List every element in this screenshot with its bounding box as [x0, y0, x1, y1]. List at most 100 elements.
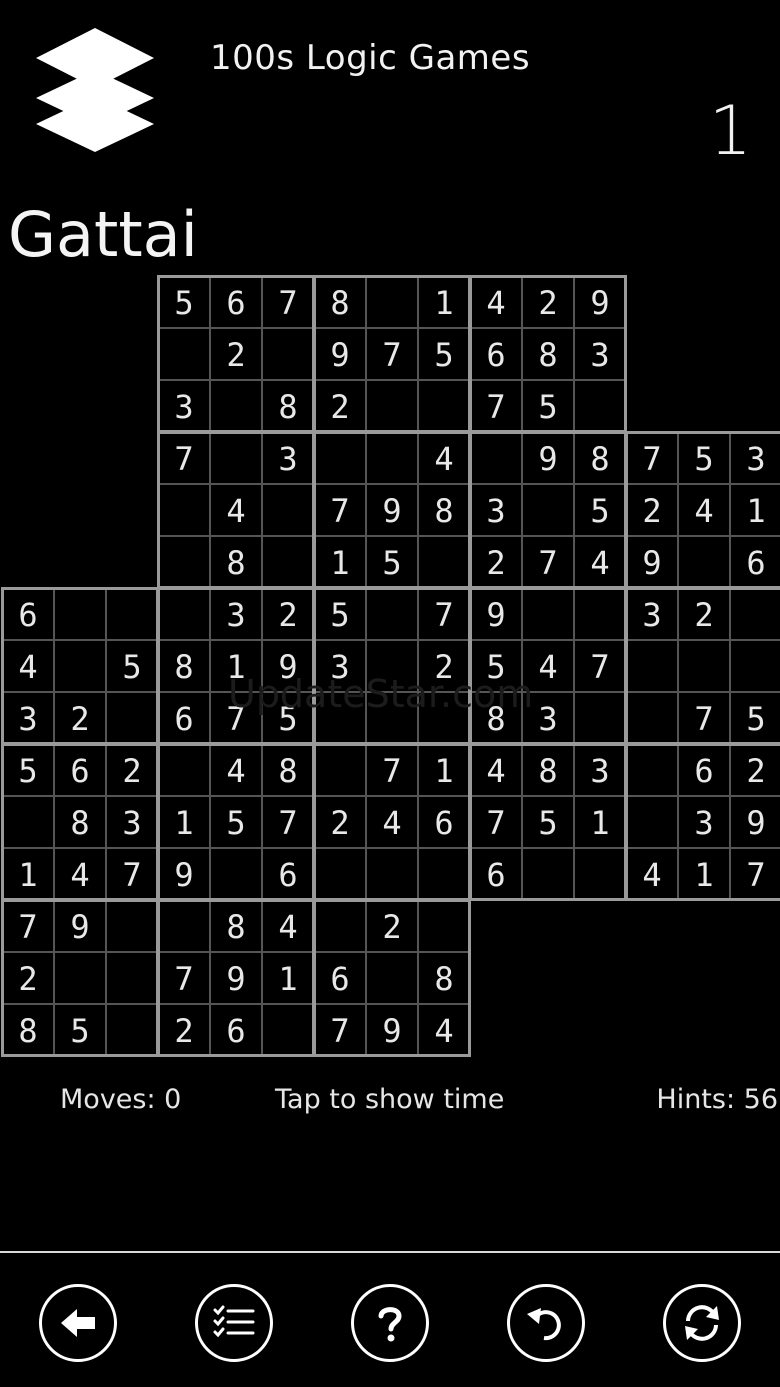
sudoku-cell[interactable]: 2 [418, 640, 470, 692]
sudoku-cell[interactable]: 4 [470, 276, 522, 328]
sudoku-cell[interactable]: 2 [54, 692, 106, 744]
sudoku-cell[interactable]: 5 [314, 588, 366, 640]
sudoku-cell[interactable]: 5 [210, 796, 262, 848]
sudoku-cell[interactable]: 8 [522, 744, 574, 796]
sudoku-cell[interactable] [366, 952, 418, 1004]
sudoku-cell[interactable]: 8 [2, 1004, 54, 1056]
sudoku-cell[interactable]: 8 [262, 744, 314, 796]
sudoku-cell[interactable] [418, 900, 470, 952]
menu-button[interactable] [195, 1284, 273, 1362]
sudoku-cell[interactable]: 4 [418, 432, 470, 484]
sudoku-cell[interactable] [314, 692, 366, 744]
sudoku-cell[interactable]: 7 [574, 640, 626, 692]
sudoku-cell[interactable]: 2 [210, 328, 262, 380]
sudoku-cell[interactable]: 6 [210, 276, 262, 328]
sudoku-cell[interactable]: 2 [366, 900, 418, 952]
sudoku-cell[interactable]: 7 [678, 692, 730, 744]
sudoku-cell[interactable]: 9 [54, 900, 106, 952]
sudoku-cell[interactable]: 7 [470, 380, 522, 432]
sudoku-cell[interactable]: 4 [678, 484, 730, 536]
help-button[interactable] [351, 1284, 429, 1362]
sudoku-cell[interactable] [210, 848, 262, 900]
sudoku-cell[interactable] [418, 848, 470, 900]
sudoku-cell[interactable]: 2 [158, 1004, 210, 1056]
sudoku-cell[interactable]: 7 [158, 952, 210, 1004]
sudoku-cell[interactable] [678, 536, 730, 588]
sudoku-cell[interactable]: 3 [2, 692, 54, 744]
sudoku-cell[interactable]: 7 [2, 900, 54, 952]
sudoku-cell[interactable]: 7 [730, 848, 780, 900]
sudoku-cell[interactable]: 8 [54, 796, 106, 848]
sudoku-cell[interactable]: 9 [366, 484, 418, 536]
sudoku-cell[interactable] [626, 744, 678, 796]
sudoku-cell[interactable]: 5 [2, 744, 54, 796]
sudoku-cell[interactable]: 7 [262, 796, 314, 848]
sudoku-cell[interactable]: 7 [106, 848, 158, 900]
sudoku-cell[interactable] [730, 640, 780, 692]
sudoku-cell[interactable]: 3 [210, 588, 262, 640]
sudoku-cell[interactable] [106, 692, 158, 744]
sudoku-cell[interactable] [210, 432, 262, 484]
sudoku-cell[interactable] [574, 588, 626, 640]
sudoku-cell[interactable]: 3 [106, 796, 158, 848]
sudoku-cell[interactable] [158, 588, 210, 640]
sudoku-cell[interactable] [470, 432, 522, 484]
sudoku-cell[interactable] [418, 536, 470, 588]
sudoku-cell[interactable] [366, 640, 418, 692]
sudoku-cell[interactable] [54, 640, 106, 692]
sudoku-cell[interactable] [626, 640, 678, 692]
sudoku-cell[interactable] [262, 328, 314, 380]
sudoku-cell[interactable]: 6 [470, 328, 522, 380]
sudoku-cell[interactable]: 5 [158, 276, 210, 328]
sudoku-cell[interactable]: 3 [574, 328, 626, 380]
sudoku-cell[interactable]: 6 [730, 536, 780, 588]
sudoku-cell[interactable]: 8 [158, 640, 210, 692]
sudoku-cell[interactable]: 8 [210, 900, 262, 952]
sudoku-cell[interactable]: 3 [574, 744, 626, 796]
sudoku-cell[interactable]: 5 [730, 692, 780, 744]
show-time-toggle[interactable]: Tap to show time [275, 1084, 504, 1115]
sudoku-cell[interactable]: 4 [522, 640, 574, 692]
sudoku-cell[interactable]: 7 [314, 484, 366, 536]
sudoku-cell[interactable] [158, 900, 210, 952]
sudoku-cell[interactable] [366, 848, 418, 900]
sudoku-cell[interactable]: 6 [54, 744, 106, 796]
sudoku-cell[interactable] [262, 1004, 314, 1056]
sudoku-cell[interactable] [366, 276, 418, 328]
sudoku-cell[interactable] [678, 640, 730, 692]
sudoku-cell[interactable] [314, 744, 366, 796]
sudoku-cell[interactable] [574, 848, 626, 900]
sudoku-cell[interactable]: 6 [678, 744, 730, 796]
sudoku-cell[interactable] [626, 692, 678, 744]
sudoku-cell[interactable] [106, 952, 158, 1004]
sudoku-cell[interactable]: 9 [470, 588, 522, 640]
sudoku-cell[interactable]: 6 [314, 952, 366, 1004]
sudoku-cell[interactable]: 2 [262, 588, 314, 640]
sudoku-cell[interactable]: 5 [262, 692, 314, 744]
sudoku-cell[interactable] [158, 744, 210, 796]
sudoku-cell[interactable]: 5 [470, 640, 522, 692]
sudoku-cell[interactable]: 7 [158, 432, 210, 484]
sudoku-cell[interactable]: 1 [262, 952, 314, 1004]
restart-button[interactable] [663, 1284, 741, 1362]
sudoku-cell[interactable]: 2 [314, 796, 366, 848]
sudoku-cell[interactable] [314, 900, 366, 952]
sudoku-cell[interactable]: 9 [314, 328, 366, 380]
sudoku-cell[interactable] [730, 588, 780, 640]
sudoku-cell[interactable]: 6 [2, 588, 54, 640]
sudoku-cell[interactable] [314, 848, 366, 900]
sudoku-cell[interactable]: 1 [418, 276, 470, 328]
sudoku-cell[interactable] [366, 380, 418, 432]
sudoku-cell[interactable]: 4 [210, 744, 262, 796]
sudoku-cell[interactable]: 3 [262, 432, 314, 484]
sudoku-cell[interactable]: 1 [574, 796, 626, 848]
sudoku-cell[interactable] [418, 380, 470, 432]
sudoku-cell[interactable] [262, 536, 314, 588]
sudoku-cell[interactable]: 9 [158, 848, 210, 900]
sudoku-cell[interactable]: 2 [522, 276, 574, 328]
sudoku-cell[interactable]: 9 [210, 952, 262, 1004]
sudoku-cell[interactable] [574, 692, 626, 744]
sudoku-cell[interactable]: 2 [678, 588, 730, 640]
sudoku-cell[interactable]: 4 [2, 640, 54, 692]
sudoku-cell[interactable]: 1 [418, 744, 470, 796]
